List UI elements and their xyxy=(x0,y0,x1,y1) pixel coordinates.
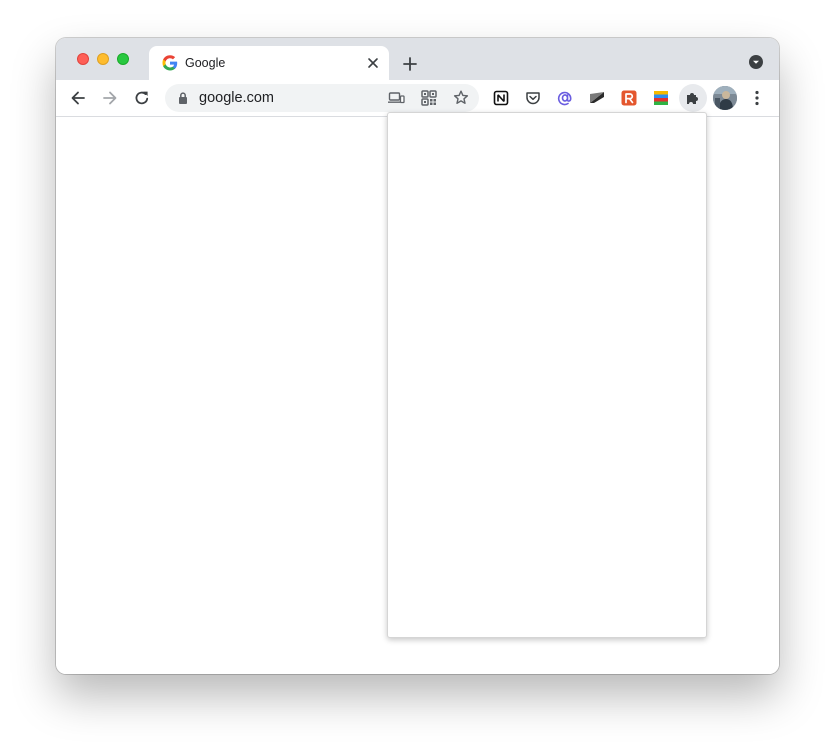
stripe-flag-icon[interactable] xyxy=(589,90,605,106)
lock-icon[interactable] xyxy=(177,91,189,105)
extensions-popup[interactable] xyxy=(387,112,707,638)
color-blocks-icon[interactable] xyxy=(653,90,669,106)
back-button[interactable] xyxy=(67,87,89,109)
mention-icon[interactable] xyxy=(557,90,573,106)
omnibox[interactable]: google.com xyxy=(165,84,479,112)
pocket-icon[interactable] xyxy=(525,90,541,106)
extensions-button[interactable] xyxy=(679,84,707,112)
notion-icon[interactable] xyxy=(493,90,509,106)
forward-button[interactable] xyxy=(99,87,121,109)
minimize-window-button[interactable] xyxy=(97,53,109,65)
puzzle-icon xyxy=(687,93,698,104)
reload-icon xyxy=(135,91,149,105)
forward-arrow-icon xyxy=(103,91,117,105)
google-favicon-icon xyxy=(162,55,178,71)
reload-button[interactable] xyxy=(131,87,153,109)
maximize-window-button[interactable] xyxy=(117,53,129,65)
menu-dots-icon[interactable] xyxy=(749,88,765,108)
url-text[interactable]: google.com xyxy=(199,90,274,106)
qr-code-icon[interactable] xyxy=(420,89,438,107)
install-app-icon[interactable] xyxy=(387,89,405,107)
close-window-button[interactable] xyxy=(77,53,89,65)
tab-close-icon[interactable] xyxy=(365,55,381,71)
new-tab-icon[interactable] xyxy=(400,54,420,74)
back-arrow-icon xyxy=(71,91,85,105)
avatar-image xyxy=(713,86,737,110)
tab-title: Google xyxy=(185,56,226,70)
profile-avatar[interactable] xyxy=(713,86,737,110)
tab-google[interactable]: Google xyxy=(149,46,389,80)
raindrop-icon[interactable] xyxy=(621,90,637,106)
tab-search-icon[interactable] xyxy=(748,54,764,70)
bookmark-star-icon[interactable] xyxy=(452,89,470,107)
tab-strip: Google xyxy=(56,38,779,80)
